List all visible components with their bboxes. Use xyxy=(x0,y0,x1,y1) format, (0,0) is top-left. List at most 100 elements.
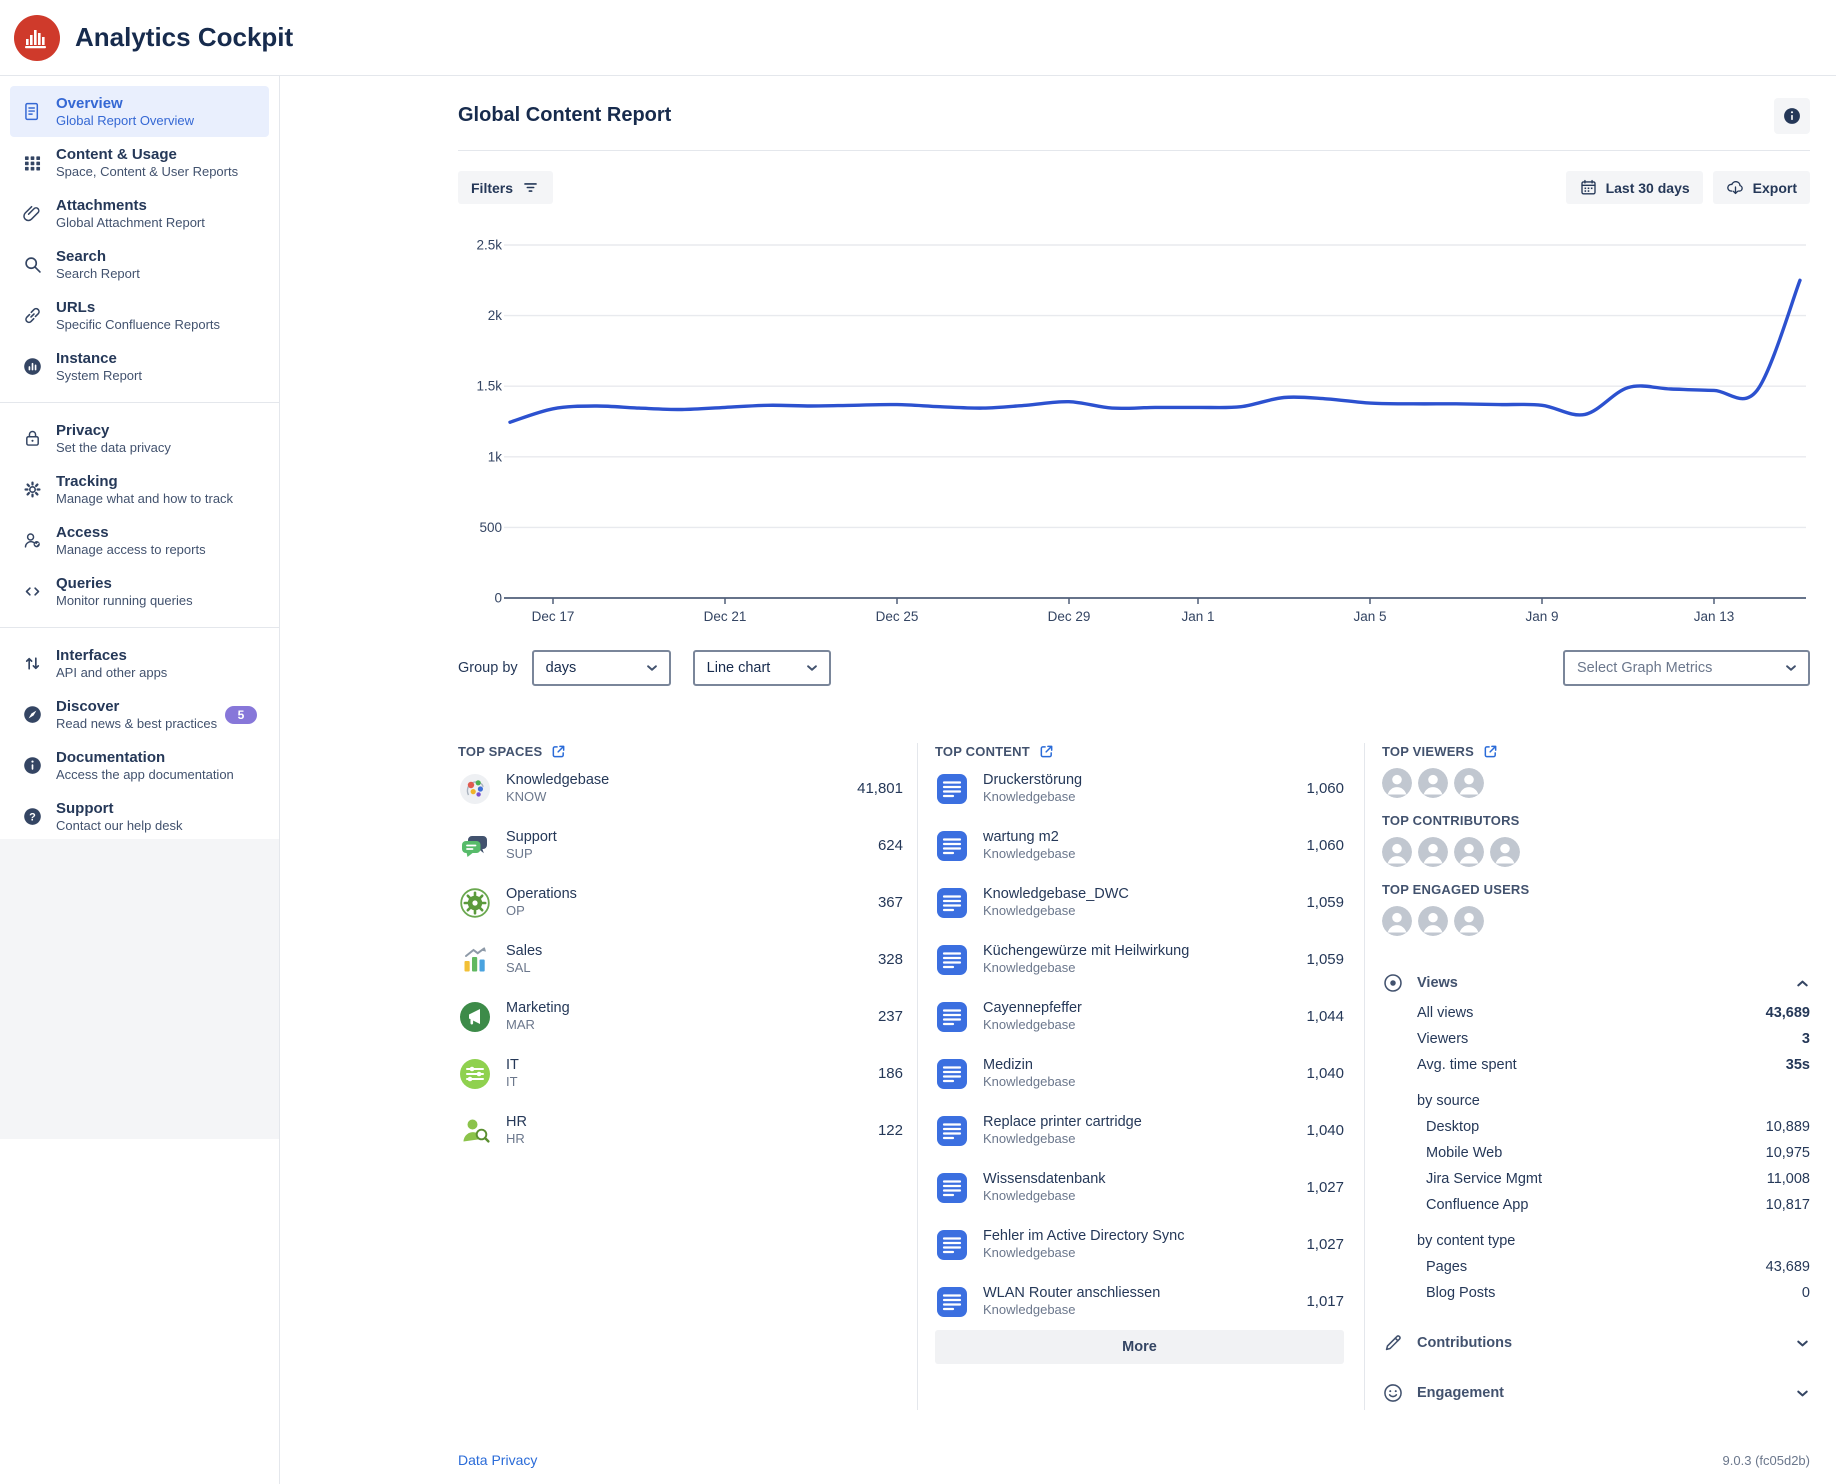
content-row[interactable]: DruckerstörungKnowledgebase1,060 xyxy=(935,760,1344,817)
info-button[interactable] xyxy=(1774,98,1810,134)
avatar[interactable] xyxy=(1490,837,1520,867)
sidebar-item-overview[interactable]: OverviewGlobal Report Overview xyxy=(10,86,269,137)
content-name: Wissensdatenbank xyxy=(983,1170,1106,1189)
page-icon xyxy=(935,829,969,863)
metric-row: All views43,689 xyxy=(1382,1000,1810,1026)
page-footer: Data Privacy 9.0.3 (fc05d2b) xyxy=(458,1452,1810,1468)
metric-label: Viewers xyxy=(1417,1031,1468,1047)
group-by-select[interactable]: days xyxy=(532,650,671,686)
sidebar-item-search[interactable]: SearchSearch Report xyxy=(10,239,269,290)
engagement-section-header[interactable]: Engagement xyxy=(1382,1376,1810,1410)
sidebar-item-sublabel: API and other apps xyxy=(56,665,167,682)
sidebar-item-instance[interactable]: InstanceSystem Report xyxy=(10,341,269,392)
space-row[interactable]: OperationsOP367 xyxy=(458,874,903,931)
sidebar-item-sublabel: Search Report xyxy=(56,266,140,283)
sidebar-item-documentation[interactable]: DocumentationAccess the app documentatio… xyxy=(10,740,269,791)
content-row[interactable]: Fehler im Active Directory SyncKnowledge… xyxy=(935,1216,1344,1273)
sidebar-item-queries[interactable]: QueriesMonitor running queries xyxy=(10,566,269,617)
chevron-down-icon xyxy=(645,661,659,675)
external-link-icon[interactable] xyxy=(1483,744,1498,759)
avatar[interactable] xyxy=(1382,768,1412,798)
group-by-value: days xyxy=(546,660,577,676)
space-row[interactable]: SalesSAL328 xyxy=(458,931,903,988)
data-privacy-link[interactable]: Data Privacy xyxy=(458,1452,537,1468)
content-views-value: 1,059 xyxy=(1296,894,1344,911)
avatar[interactable] xyxy=(1454,837,1484,867)
sidebar-item-access[interactable]: AccessManage access to reports xyxy=(10,515,269,566)
space-name: HR xyxy=(506,1113,527,1132)
space-knowledgebase-icon xyxy=(458,772,492,806)
avatar[interactable] xyxy=(1418,768,1448,798)
instance-icon xyxy=(19,355,45,379)
page-head: Global Content Report xyxy=(458,76,1810,151)
sidebar-item-discover[interactable]: DiscoverRead news & best practices5 xyxy=(10,689,269,740)
gear-icon xyxy=(19,478,45,502)
views-section-header[interactable]: Views xyxy=(1382,966,1810,1000)
space-row[interactable]: KnowledgebaseKNOW41,801 xyxy=(458,760,903,817)
space-row[interactable]: SupportSUP624 xyxy=(458,817,903,874)
overview-icon xyxy=(19,100,45,124)
graph-metrics-select[interactable]: Select Graph Metrics xyxy=(1563,650,1810,686)
content-row[interactable]: Küchengewürze mit HeilwirkungKnowledgeba… xyxy=(935,931,1344,988)
more-button[interactable]: More xyxy=(935,1330,1344,1364)
metric-label: Pages xyxy=(1426,1259,1467,1275)
content-row[interactable]: CayennepfefferKnowledgebase1,044 xyxy=(935,988,1344,1045)
avatar[interactable] xyxy=(1454,768,1484,798)
contributions-section-header[interactable]: Contributions xyxy=(1382,1326,1810,1360)
export-button[interactable]: Export xyxy=(1713,171,1810,204)
sidebar-item-support[interactable]: ?SupportContact our help desk xyxy=(10,791,269,842)
external-link-icon[interactable] xyxy=(1039,744,1054,759)
metric-value: 35s xyxy=(1786,1057,1810,1073)
people-section-top-engaged-users: TOP ENGAGED USERS xyxy=(1382,881,1810,936)
sidebar-item-attachments[interactable]: AttachmentsGlobal Attachment Report xyxy=(10,188,269,239)
chevron-down-icon xyxy=(805,661,819,675)
avatar[interactable] xyxy=(1382,906,1412,936)
content-row[interactable]: Knowledgebase_DWCKnowledgebase1,059 xyxy=(935,874,1344,931)
external-link-icon[interactable] xyxy=(551,744,566,759)
content-row[interactable]: WissensdatenbankKnowledgebase1,027 xyxy=(935,1159,1344,1216)
space-name: Sales xyxy=(506,942,542,961)
sidebar: OverviewGlobal Report OverviewContent & … xyxy=(0,76,280,1484)
avatar[interactable] xyxy=(1418,837,1448,867)
sidebar-item-label: Access xyxy=(56,523,206,542)
space-views-value: 122 xyxy=(868,1122,903,1139)
space-row[interactable]: MarketingMAR237 xyxy=(458,988,903,1045)
content-row[interactable]: WLAN Router anschliessenKnowledgebase1,0… xyxy=(935,1273,1344,1330)
sidebar-item-tracking[interactable]: TrackingManage what and how to track xyxy=(10,464,269,515)
space-key: KNOW xyxy=(506,789,609,806)
sidebar-item-label: Support xyxy=(56,799,182,818)
chart-controls: Group by days Line chart Select Graph Me… xyxy=(458,650,1810,686)
people-section-top-viewers: TOP VIEWERS xyxy=(1382,743,1810,798)
question-circle-icon: ? xyxy=(19,805,45,829)
avatar[interactable] xyxy=(1454,906,1484,936)
avatar[interactable] xyxy=(1418,906,1448,936)
space-name: Knowledgebase xyxy=(506,771,609,790)
sidebar-item-interfaces[interactable]: InterfacesAPI and other apps xyxy=(10,638,269,689)
contributions-section-title: Contributions xyxy=(1417,1335,1512,1351)
chart-type-select[interactable]: Line chart xyxy=(693,650,831,686)
filters-button[interactable]: Filters xyxy=(458,171,553,204)
sidebar-item-urls[interactable]: URLsSpecific Confluence Reports xyxy=(10,290,269,341)
content-row[interactable]: Replace printer cartridgeKnowledgebase1,… xyxy=(935,1102,1344,1159)
date-range-button[interactable]: Last 30 days xyxy=(1566,171,1703,204)
app-title: Analytics Cockpit xyxy=(75,22,293,53)
content-row[interactable]: MedizinKnowledgebase1,040 xyxy=(935,1045,1344,1102)
top-spaces-list: KnowledgebaseKNOW41,801SupportSUP624Oper… xyxy=(458,760,903,1159)
space-row[interactable]: ITIT186 xyxy=(458,1045,903,1102)
space-name: Marketing xyxy=(506,999,570,1018)
sidebar-item-privacy[interactable]: PrivacySet the data privacy xyxy=(10,413,269,464)
sidebar-item-content-usage[interactable]: Content & UsageSpace, Content & User Rep… xyxy=(10,137,269,188)
svg-text:Jan 5: Jan 5 xyxy=(1353,609,1386,623)
content-row[interactable]: wartung m2Knowledgebase1,060 xyxy=(935,817,1344,874)
app-header: Analytics Cockpit xyxy=(0,0,1836,76)
avatar[interactable] xyxy=(1382,837,1412,867)
space-row[interactable]: HRHR122 xyxy=(458,1102,903,1159)
views-rows: All views43,689Viewers3Avg. time spent35… xyxy=(1382,1000,1810,1306)
svg-text:Dec 17: Dec 17 xyxy=(532,609,575,623)
main-content: Global Content Report Filters Last 30 da… xyxy=(280,76,1836,1484)
content-name: Replace printer cartridge xyxy=(983,1113,1142,1132)
metrics-panel: Views All views43,689Viewers3Avg. time s… xyxy=(1382,966,1810,1410)
content-space: Knowledgebase xyxy=(983,1131,1142,1148)
views-line-chart: 05001k1.5k2k2.5kDec 17Dec 21Dec 25Dec 29… xyxy=(458,223,1810,623)
svg-text:Jan 1: Jan 1 xyxy=(1181,609,1214,623)
